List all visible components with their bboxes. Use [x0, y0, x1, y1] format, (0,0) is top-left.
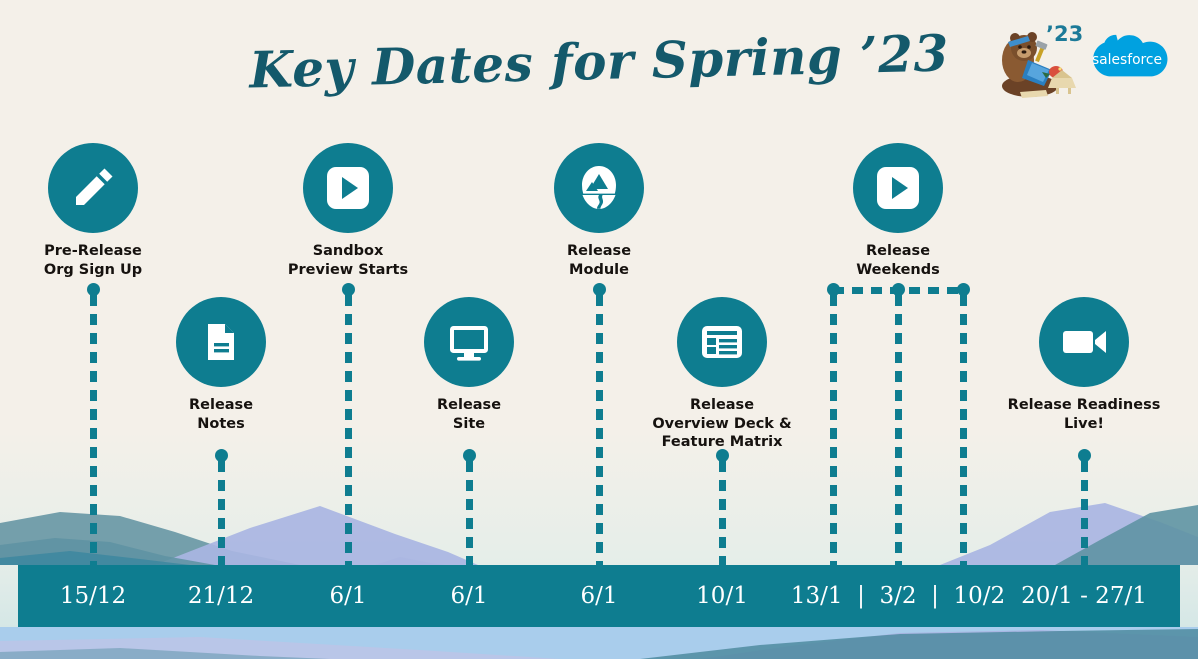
milestone-release-overview-deck-and-feature-matrix[interactable]: Release Overview Deck & Feature Matrix [622, 297, 822, 452]
foreground-hill-slate [640, 629, 1198, 659]
milestone-label: Release Weekends [856, 243, 940, 278]
mountain-ridge-periwinkle-right [940, 503, 1198, 565]
milestone-release-site[interactable]: Release Site [369, 297, 569, 433]
milestone-label: Release Readiness Live! [1007, 397, 1161, 432]
milestone-release-weekends[interactable]: Release Weekends [798, 143, 998, 279]
milestone-icon-circle[interactable] [853, 143, 943, 233]
connector-line-release-overview-deck [718, 461, 726, 567]
mountain-ridge-periwinkle-left [155, 506, 478, 565]
connector-line-release-weekend-1 [829, 295, 837, 567]
salesforce-cloud-logo: salesforce [1092, 34, 1168, 77]
mountain-ridge-slate-right [1055, 505, 1198, 565]
connector-line-release-notes [217, 461, 225, 567]
milestone-icon-circle[interactable] [303, 143, 393, 233]
foreground-hill-periwinkle [700, 630, 1198, 659]
milestone-icon-circle[interactable] [1039, 297, 1129, 387]
mountain-ridge-far-left [0, 512, 300, 565]
foreground-hill-light [0, 637, 560, 659]
monitor-icon [450, 326, 488, 361]
milestone-icon-circle[interactable] [176, 297, 266, 387]
connector-line-release-site [465, 461, 473, 567]
year-badge: ’23 [1046, 22, 1084, 46]
milestone-release-notes[interactable]: Release Notes [121, 297, 321, 433]
milestone-icon-circle[interactable] [48, 143, 138, 233]
connector-line-release-weekend-2 [894, 295, 902, 567]
milestone-label: Release Module [566, 243, 632, 278]
salesforce-wordmark: salesforce [1092, 52, 1162, 68]
brand-logo-zone: ’23 salesforce [990, 12, 1180, 104]
milestone-label: Sandbox Preview Starts [287, 243, 409, 278]
milestone-label: Release Site [436, 397, 502, 432]
date-bar: 15/12 21/12 6/1 6/1 6/1 10/1 13/1 | 3/2 … [18, 565, 1180, 627]
milestone-icon-circle[interactable] [424, 297, 514, 387]
connector-line-release-readiness-live [1080, 461, 1088, 567]
pencil-icon [76, 168, 113, 205]
slide-layout-icon [702, 326, 742, 358]
connector-line-release-weekend-3 [959, 295, 967, 567]
milestone-pre-release-org-sign-up[interactable]: Pre-Release Org Sign Up [0, 143, 193, 279]
milestone-release-readiness-live[interactable]: Release Readiness Live! [984, 297, 1184, 433]
date-cell-release-readiness-live: 20/1 - 27/1 [1021, 583, 1147, 609]
play-button-icon [327, 167, 369, 209]
milestone-sandbox-preview-starts[interactable]: Sandbox Preview Starts [248, 143, 448, 279]
foreground-base [0, 627, 1198, 659]
mountain-ridge-mid-left [0, 538, 215, 565]
connector-line-release-module [595, 295, 603, 567]
milestone-label: Release Notes [188, 397, 254, 432]
connector-line-pre-release-org-sign-up [89, 295, 97, 567]
key-dates-infographic: Key Dates for Spring ’23 ’23 salesforce … [0, 0, 1198, 659]
connector-line-sandbox-preview-starts [344, 295, 352, 567]
mountain-bump-center [375, 557, 445, 565]
milestone-icon-circle[interactable] [554, 143, 644, 233]
foreground-hill-slate-left [0, 648, 330, 659]
play-button-icon [877, 167, 919, 209]
document-icon [208, 324, 234, 360]
milestone-release-module[interactable]: Release Module [499, 143, 699, 279]
trailhead-mountain-icon [581, 166, 616, 209]
video-camera-icon [1063, 331, 1106, 353]
milestone-label: Release Overview Deck & Feature Matrix [652, 397, 792, 451]
milestone-icon-circle[interactable] [677, 297, 767, 387]
milestone-label: Pre-Release Org Sign Up [43, 243, 143, 278]
